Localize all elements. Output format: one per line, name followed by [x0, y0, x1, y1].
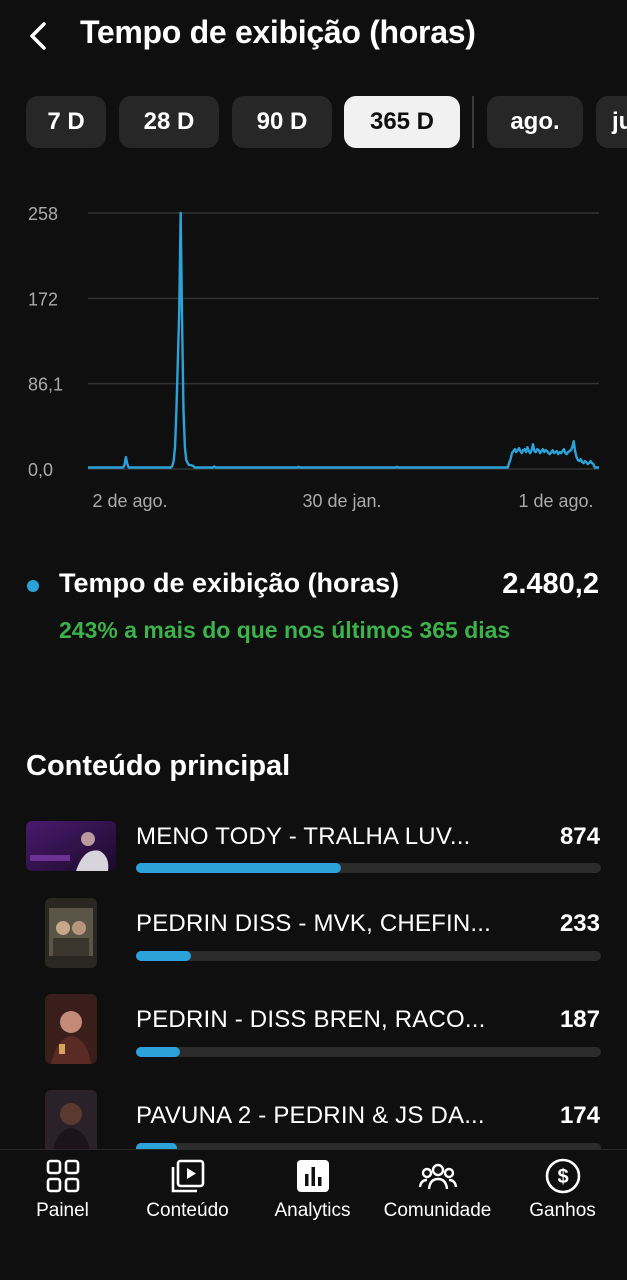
content-value: 187 [559, 1006, 600, 1033]
content-value: 233 [559, 910, 600, 937]
community-icon [418, 1163, 457, 1190]
nav-label: Painel [36, 1200, 89, 1221]
x-tick-label: 30 de jan. [302, 491, 381, 511]
content-bar [136, 863, 601, 873]
nav-item-conteudo[interactable]: Conteúdo [125, 1150, 250, 1240]
content-title: PEDRIN DISS - MVK, CHEFIN... [136, 910, 491, 937]
section-title: Conteúdo principal [26, 750, 291, 782]
video-thumbnail [26, 821, 116, 871]
video-thumbnail [45, 1090, 97, 1149]
content-bar-fill [136, 1047, 180, 1057]
header: Tempo de exibição (horas) [0, 0, 627, 76]
content-item-4[interactable]: PAVUNA 2 - PEDRIN & JS DA... 174 [0, 1090, 627, 1149]
nav-label: Analytics [274, 1200, 351, 1221]
series-dot [27, 580, 39, 592]
content-item-3[interactable]: PEDRIN - DISS BREN, RACO... 187 [0, 994, 627, 1084]
y-tick-label: 172 [28, 289, 58, 309]
nav-label: Conteúdo [146, 1200, 229, 1221]
nav-label: Ganhos [529, 1200, 596, 1221]
nav-item-painel[interactable]: Painel [0, 1150, 125, 1240]
earnings-icon: $ [545, 1158, 580, 1194]
content-bar-fill [136, 951, 191, 961]
series-line [88, 211, 599, 469]
nav-item-comunidade[interactable]: Comunidade [375, 1150, 500, 1240]
y-tick-label: 86,1 [28, 375, 63, 395]
content-icon [171, 1159, 204, 1193]
nav-item-analytics[interactable]: Analytics [250, 1150, 375, 1240]
content-title: PEDRIN - DISS BREN, RACO... [136, 1006, 486, 1033]
dashboard-icon [46, 1159, 79, 1193]
content-title: PAVUNA 2 - PEDRIN & JS DA... [136, 1102, 485, 1129]
video-thumbnail [45, 994, 97, 1064]
svg-text:$: $ [557, 1166, 568, 1188]
x-tick-label: 1 de ago. [518, 491, 593, 511]
period-chip-month[interactable]: ago. [487, 96, 583, 148]
content-value: 874 [559, 823, 600, 850]
y-tick-label: 0,0 [28, 460, 53, 480]
analytics-icon [296, 1160, 329, 1192]
chip-divider [472, 96, 474, 148]
period-chip-28d[interactable]: 28 D [119, 96, 219, 148]
period-chip-90d[interactable]: 90 D [232, 96, 332, 148]
content-item-2[interactable]: PEDRIN DISS - MVK, CHEFIN... 233 [0, 898, 627, 988]
nav-label: Comunidade [383, 1200, 492, 1221]
nav-item-ganhos[interactable]: $ Ganhos [500, 1150, 625, 1240]
y-tick-label: 258 [28, 204, 58, 224]
back-arrow-icon[interactable] [20, 16, 56, 56]
x-tick-label: 2 de ago. [92, 491, 167, 511]
content-title: MENO TODY - TRALHA LUV... [136, 823, 471, 850]
period-chip-365d[interactable]: 365 D [344, 96, 460, 148]
content-item-1[interactable]: MENO TODY - TRALHA LUV... 874 [0, 818, 627, 908]
watch-time-chart: 258 172 86,1 0,0 2 de ago. 30 de jan. 1 de ago… [28, 204, 599, 511]
video-thumbnail [45, 898, 97, 968]
content-value: 174 [559, 1102, 600, 1129]
content-bar [136, 1047, 601, 1057]
content-bar [136, 951, 601, 961]
metric-comparison: 243% a mais do que nos últimos 365 dias [59, 617, 511, 643]
period-chip-7d[interactable]: 7 D [26, 96, 106, 148]
metric-label: Tempo de exibição (horas) [59, 568, 400, 598]
content-bar-fill [136, 863, 341, 873]
period-selector: 7 D 28 D 90 D 365 D ago. ju [26, 96, 627, 148]
metric-value: 2.480,2 [502, 568, 599, 600]
page-title: Tempo de exibição (horas) [80, 14, 476, 50]
period-chip-next-month[interactable]: ju [596, 96, 627, 148]
bottom-navigation: Painel Conteúdo Analytics Comunidade $ G… [0, 1149, 627, 1280]
